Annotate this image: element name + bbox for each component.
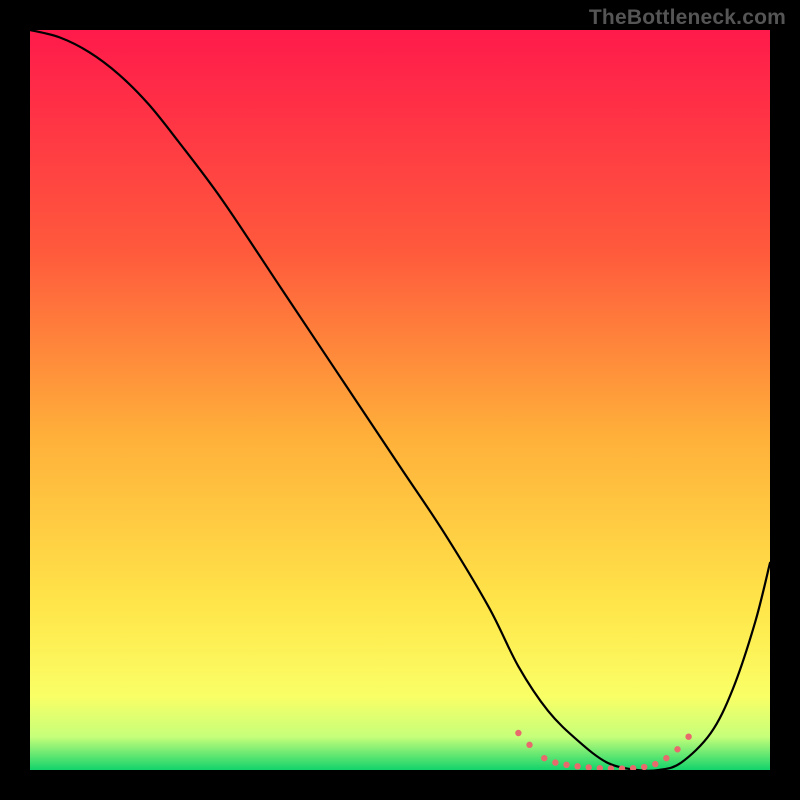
trough-marker: [574, 763, 580, 769]
trough-marker: [674, 746, 680, 752]
chart-stage: TheBottleneck.com: [0, 0, 800, 800]
trough-marker: [663, 755, 669, 761]
gradient-background: [30, 30, 770, 770]
trough-marker: [541, 755, 547, 761]
trough-marker: [515, 730, 521, 736]
trough-marker: [641, 764, 647, 770]
trough-marker: [652, 761, 658, 767]
trough-marker: [552, 759, 558, 765]
chart-svg: [30, 30, 770, 770]
trough-marker: [526, 742, 532, 748]
plot-area: [30, 30, 770, 770]
trough-marker: [685, 734, 691, 740]
trough-marker: [563, 762, 569, 768]
watermark-text: TheBottleneck.com: [589, 6, 786, 30]
